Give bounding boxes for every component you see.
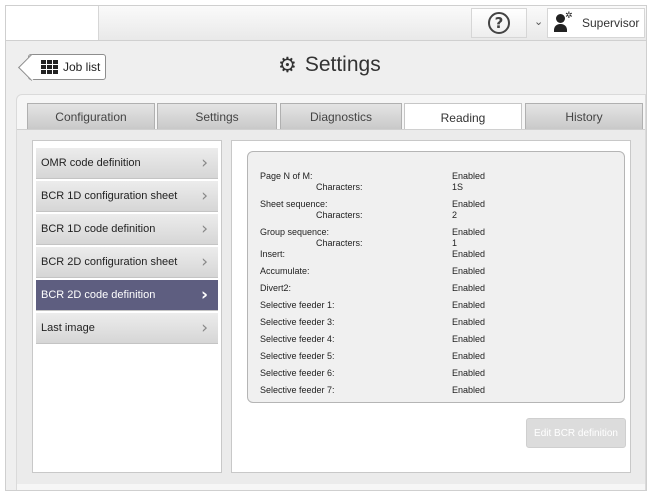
sidebar-item-label: BCR 1D code definition — [41, 223, 156, 235]
detail-value: 2 — [452, 210, 458, 220]
detail-label: Selective feeder 6: — [260, 368, 335, 378]
chevron-right-icon: › — [201, 252, 208, 272]
help-icon: ? — [488, 12, 510, 34]
detail-value: 1 — [452, 238, 458, 248]
detail-label: Selective feeder 5: — [260, 351, 335, 361]
detail-row: Sheet sequence: Enabled — [260, 199, 612, 210]
detail-row: Selective feeder 5: Enabled — [260, 351, 612, 362]
top-bar-left-area — [6, 6, 99, 40]
detail-row: Insert: Enabled — [260, 249, 612, 260]
detail-row: Selective feeder 6: Enabled — [260, 368, 612, 379]
detail-value: Enabled — [452, 171, 486, 181]
top-bar: ? ⌄ ✲ Supervisor — [6, 6, 646, 41]
gear-icon: ⚙ — [278, 53, 297, 77]
page-title-text: Settings — [304, 53, 381, 76]
detail-value: Enabled — [452, 368, 486, 378]
detail-value: Enabled — [452, 317, 486, 327]
tab-history[interactable]: History — [525, 103, 643, 129]
detail-value: Enabled — [452, 227, 486, 237]
detail-value: Enabled — [452, 300, 486, 310]
chevron-right-icon: › — [201, 318, 208, 338]
reading-tab-content: OMR code definition › BCR 1D configurati… — [17, 129, 645, 484]
chevron-right-icon: › — [201, 153, 208, 173]
detail-value: Enabled — [452, 351, 486, 361]
settings-panel: Configuration Settings Diagnostics Readi… — [16, 94, 646, 490]
user-gear-icon: ✲ — [554, 11, 574, 32]
detail-label: Accumulate: — [260, 266, 310, 276]
tab-bar: Configuration Settings Diagnostics Readi… — [27, 103, 643, 131]
sidebar-item-label: BCR 1D configuration sheet — [41, 190, 178, 202]
detail-label: Sheet sequence: — [260, 199, 328, 209]
detail-row: Selective feeder 7: Enabled — [260, 385, 612, 396]
detail-label: Characters: — [316, 182, 363, 192]
detail-row: Divert2: Enabled — [260, 283, 612, 294]
user-role-label: Supervisor — [582, 16, 640, 30]
detail-label: Selective feeder 4: — [260, 334, 335, 344]
detail-value: 1S — [452, 182, 464, 192]
sidebar-item-label: Last image — [41, 322, 95, 334]
detail-row: Characters: 1 — [260, 238, 612, 249]
detail-label: Divert2: — [260, 283, 292, 293]
tab-diagnostics[interactable]: Diagnostics — [280, 103, 402, 129]
tab-configuration[interactable]: Configuration — [27, 103, 155, 129]
detail-value: Enabled — [452, 266, 486, 276]
sidebar-item-omr-code-definition[interactable]: OMR code definition › — [36, 148, 218, 179]
job-list-back-button[interactable]: Job list — [28, 54, 106, 80]
bcr-2d-definition-panel: Page N of M: Enabled Characters: 1S Sheet se… — [231, 140, 631, 473]
chevron-down-icon[interactable]: ⌄ — [534, 15, 543, 28]
sidebar-item-label: BCR 2D code definition — [41, 289, 156, 301]
chevron-right-icon: › — [200, 285, 208, 305]
sidebar-item-label: BCR 2D configuration sheet — [41, 256, 178, 268]
definition-summary-box[interactable]: Page N of M: Enabled Characters: 1S Sheet se… — [247, 151, 625, 403]
detail-value: Enabled — [452, 283, 486, 293]
detail-row: Accumulate: Enabled — [260, 266, 612, 277]
detail-label: Characters: — [316, 210, 363, 220]
page-header: Job list ⚙ Settings — [6, 41, 646, 89]
job-list-label: Job list — [63, 60, 101, 74]
detail-label: Selective feeder 3: — [260, 317, 335, 327]
detail-row: Characters: 2 — [260, 210, 612, 221]
app-window: ? ⌄ ✲ Supervisor Job list ⚙ Settings Con… — [5, 5, 647, 491]
tab-settings[interactable]: Settings — [157, 103, 277, 129]
detail-label: Page N of M: — [260, 171, 313, 181]
detail-row: Group sequence: Enabled — [260, 227, 612, 238]
detail-row: Characters: 1S — [260, 182, 612, 193]
detail-label: Selective feeder 1: — [260, 300, 335, 310]
sidebar-item-label: OMR code definition — [41, 157, 141, 169]
sidebar-item-last-image[interactable]: Last image › — [36, 313, 218, 344]
detail-value: Enabled — [452, 249, 486, 259]
detail-label: Selective feeder 7: — [260, 385, 335, 395]
page-title: ⚙ Settings — [278, 53, 381, 77]
user-menu-button[interactable]: ✲ Supervisor — [547, 8, 645, 38]
chevron-right-icon: › — [201, 219, 208, 239]
detail-value: Enabled — [452, 385, 486, 395]
sidebar-item-bcr-2d-configuration-sheet[interactable]: BCR 2D configuration sheet › — [36, 247, 218, 278]
row-spacer — [260, 396, 612, 402]
reading-sidebar: OMR code definition › BCR 1D configurati… — [32, 140, 222, 473]
tab-reading[interactable]: Reading — [404, 103, 522, 131]
detail-row: Page N of M: Enabled — [260, 171, 612, 182]
detail-value: Enabled — [452, 199, 486, 209]
sidebar-item-bcr-1d-code-definition[interactable]: BCR 1D code definition › — [36, 214, 218, 245]
help-button[interactable]: ? — [471, 8, 527, 38]
sidebar-item-bcr-2d-code-definition[interactable]: BCR 2D code definition › — [36, 280, 218, 311]
sidebar-item-bcr-1d-configuration-sheet[interactable]: BCR 1D configuration sheet › — [36, 181, 218, 212]
chevron-right-icon: › — [201, 186, 208, 206]
detail-row: Selective feeder 4: Enabled — [260, 334, 612, 345]
detail-row: Selective feeder 1: Enabled — [260, 300, 612, 311]
detail-label: Group sequence: — [260, 227, 330, 237]
edit-bcr-definition-button[interactable]: Edit BCR definition — [526, 418, 626, 448]
grid-icon — [41, 60, 58, 74]
detail-label: Characters: — [316, 238, 363, 248]
detail-label: Insert: — [260, 249, 286, 259]
detail-row: Selective feeder 3: Enabled — [260, 317, 612, 328]
detail-value: Enabled — [452, 334, 486, 344]
